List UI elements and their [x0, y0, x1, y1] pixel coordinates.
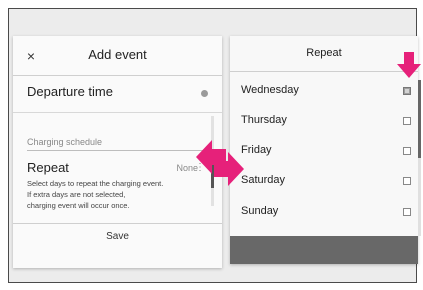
- repeat-description-line: charging event will occur once.: [27, 201, 130, 210]
- repeat-header: Repeat: [230, 36, 418, 72]
- day-row-wednesday[interactable]: Wednesday: [230, 76, 418, 106]
- repeat-dialog: Repeat Wednesday Thursday Friday Saturda…: [230, 36, 421, 264]
- charging-schedule-label: Charging schedule: [27, 137, 103, 147]
- day-row-sunday[interactable]: Sunday: [230, 197, 418, 227]
- scrollbar-thumb[interactable]: [418, 80, 421, 158]
- repeat-description-line: Select days to repeat the charging event…: [27, 179, 164, 188]
- bottom-bar: [230, 236, 418, 264]
- repeat-label: Repeat: [27, 160, 69, 175]
- divider: [13, 223, 222, 224]
- checkbox[interactable]: [403, 117, 411, 125]
- section-divider: [27, 150, 204, 151]
- day-row-thursday[interactable]: Thursday: [230, 106, 418, 136]
- departure-time-label: Departure time: [27, 84, 113, 99]
- checkbox[interactable]: [403, 147, 411, 155]
- status-dot-icon: [201, 90, 208, 97]
- add-event-dialog: × Add event Departure time Charging sche…: [13, 36, 222, 268]
- departure-time-row[interactable]: Departure time: [13, 78, 222, 110]
- down-arrow-icon: [397, 52, 421, 78]
- day-row-friday[interactable]: Friday: [230, 136, 418, 166]
- day-row-saturday[interactable]: Saturday: [230, 166, 418, 196]
- dialog-header: × Add event: [13, 36, 222, 76]
- repeat-title: Repeat: [306, 47, 342, 59]
- day-label: Saturday: [241, 174, 286, 186]
- repeat-description: Select days to repeat the charging event…: [27, 178, 207, 211]
- checkbox[interactable]: [403, 208, 411, 216]
- repeat-description-line: If extra days are not selected,: [27, 190, 126, 199]
- day-label: Friday: [241, 144, 272, 156]
- divider: [13, 112, 222, 113]
- checkbox[interactable]: [403, 87, 411, 95]
- save-button[interactable]: Save: [13, 231, 222, 253]
- day-label: Wednesday: [241, 84, 299, 96]
- checkbox[interactable]: [403, 177, 411, 185]
- right-arrow-icon: [214, 152, 244, 186]
- day-label: Thursday: [241, 114, 287, 126]
- day-label: Sunday: [241, 205, 279, 217]
- dialog-title: Add event: [88, 47, 147, 62]
